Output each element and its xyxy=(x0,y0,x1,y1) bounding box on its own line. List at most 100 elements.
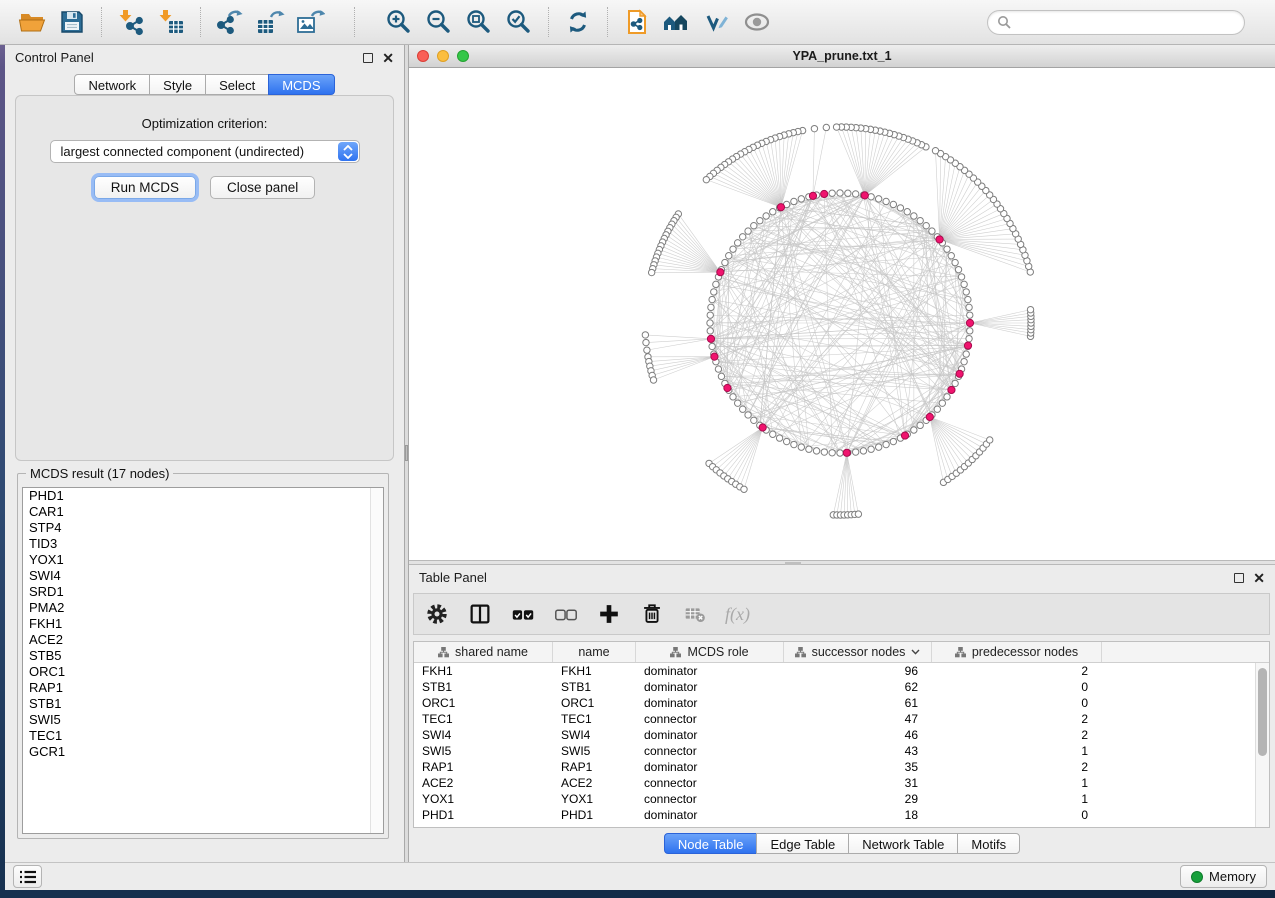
ring-node[interactable] xyxy=(776,435,782,441)
mcds-hub-node[interactable] xyxy=(777,204,784,211)
ring-node[interactable] xyxy=(707,328,713,334)
tab-node-table[interactable]: Node Table xyxy=(664,833,758,854)
ring-node[interactable] xyxy=(821,449,827,455)
leaf-node[interactable] xyxy=(644,347,650,353)
ring-node[interactable] xyxy=(806,446,812,452)
mcds-hub-node[interactable] xyxy=(843,449,850,456)
leaf-node[interactable] xyxy=(987,437,993,443)
mcds-hub-node[interactable] xyxy=(964,342,971,349)
table-row[interactable]: PHD1PHD1dominator180 xyxy=(414,807,1269,823)
ring-node[interactable] xyxy=(751,222,757,228)
hide-selected-button[interactable] xyxy=(697,4,737,40)
ring-node[interactable] xyxy=(770,209,776,215)
ring-node[interactable] xyxy=(958,274,964,280)
ring-node[interactable] xyxy=(939,400,945,406)
ring-node[interactable] xyxy=(929,228,935,234)
float-panel-icon[interactable] xyxy=(1234,573,1244,583)
mcds-result-item[interactable]: ACE2 xyxy=(23,632,383,648)
ring-node[interactable] xyxy=(860,448,866,454)
ring-node[interactable] xyxy=(734,400,740,406)
ring-node[interactable] xyxy=(837,450,843,456)
ring-node[interactable] xyxy=(961,358,967,364)
network-frame-titlebar[interactable]: YPA_prune.txt_1 xyxy=(409,45,1275,68)
task-history-button[interactable] xyxy=(13,865,42,888)
tab-network[interactable]: Network xyxy=(74,74,150,95)
ring-node[interactable] xyxy=(875,196,881,202)
ring-node[interactable] xyxy=(911,213,917,219)
table-row[interactable]: ORC1ORC1dominator610 xyxy=(414,695,1269,711)
close-panel-icon[interactable]: ✕ xyxy=(1253,573,1265,583)
ring-node[interactable] xyxy=(917,217,923,223)
ring-node[interactable] xyxy=(948,253,954,259)
column-header-predecessor-nodes[interactable]: predecessor nodes xyxy=(932,642,1102,662)
ring-node[interactable] xyxy=(707,312,713,318)
ring-node[interactable] xyxy=(829,450,835,456)
leaf-node[interactable] xyxy=(642,332,648,338)
list-scrollbar-track[interactable] xyxy=(370,488,383,833)
ring-node[interactable] xyxy=(770,431,776,437)
mcds-hub-node[interactable] xyxy=(809,192,816,199)
ring-node[interactable] xyxy=(875,444,881,450)
ring-node[interactable] xyxy=(726,253,732,259)
ring-node[interactable] xyxy=(722,259,728,265)
table-settings-button[interactable] xyxy=(424,601,450,627)
ring-node[interactable] xyxy=(890,438,896,444)
add-column-button[interactable] xyxy=(596,601,622,627)
memory-button[interactable]: Memory xyxy=(1180,865,1267,888)
open-file-button[interactable] xyxy=(12,4,52,40)
splitter-grip[interactable] xyxy=(405,445,408,461)
mcds-hub-node[interactable] xyxy=(821,190,828,197)
mcds-result-item[interactable]: SRD1 xyxy=(23,584,383,600)
table-row[interactable]: STB1STB1dominator620 xyxy=(414,679,1269,695)
mcds-result-item[interactable]: STB5 xyxy=(23,648,383,664)
close-panel-button[interactable]: Close panel xyxy=(210,176,315,199)
neighbors-button[interactable] xyxy=(657,4,697,40)
network-graph[interactable] xyxy=(409,68,1275,560)
mcds-result-item[interactable]: TEC1 xyxy=(23,728,383,744)
mcds-hub-node[interactable] xyxy=(966,319,973,326)
table-row[interactable]: YOX1YOX1connector291 xyxy=(414,791,1269,807)
ring-node[interactable] xyxy=(868,194,874,200)
ring-node[interactable] xyxy=(791,441,797,447)
mcds-hub-node[interactable] xyxy=(717,269,724,276)
table-scrollbar-thumb[interactable] xyxy=(1258,668,1267,756)
table-row[interactable]: FKH1FKH1dominator962 xyxy=(414,663,1269,679)
tab-select[interactable]: Select xyxy=(205,74,269,95)
leaf-node[interactable] xyxy=(643,339,649,345)
mcds-hub-node[interactable] xyxy=(724,384,731,391)
delete-table-button[interactable] xyxy=(682,601,708,627)
leaf-node[interactable] xyxy=(703,176,709,182)
mcds-hub-node[interactable] xyxy=(759,424,766,431)
leaf-node[interactable] xyxy=(833,124,839,130)
mcds-hub-node[interactable] xyxy=(956,370,963,377)
table-scrollbar-track[interactable] xyxy=(1255,663,1269,827)
ring-node[interactable] xyxy=(961,281,967,287)
import-network-button[interactable] xyxy=(111,4,151,40)
mcds-result-item[interactable]: CAR1 xyxy=(23,504,383,520)
ring-node[interactable] xyxy=(944,246,950,252)
run-mcds-button[interactable]: Run MCDS xyxy=(94,176,196,199)
float-panel-icon[interactable] xyxy=(363,53,373,63)
ring-node[interactable] xyxy=(967,312,973,318)
leaf-node[interactable] xyxy=(855,511,861,517)
mcds-result-item[interactable]: STB1 xyxy=(23,696,383,712)
share-document-button[interactable] xyxy=(617,4,657,40)
mcds-result-item[interactable]: RAP1 xyxy=(23,680,383,696)
ring-node[interactable] xyxy=(965,296,971,302)
mcds-result-item[interactable]: PMA2 xyxy=(23,600,383,616)
table-row[interactable]: ACE2ACE2connector311 xyxy=(414,775,1269,791)
ring-node[interactable] xyxy=(813,448,819,454)
save-button[interactable] xyxy=(52,4,92,40)
leaf-node[interactable] xyxy=(1027,306,1033,312)
leaf-node[interactable] xyxy=(932,147,938,153)
ring-node[interactable] xyxy=(966,304,972,310)
ring-node[interactable] xyxy=(783,438,789,444)
ring-node[interactable] xyxy=(963,289,969,295)
tab-style[interactable]: Style xyxy=(149,74,206,95)
import-table-button[interactable] xyxy=(151,4,191,40)
leaf-node[interactable] xyxy=(648,269,654,275)
ring-node[interactable] xyxy=(709,296,715,302)
leaf-node[interactable] xyxy=(811,125,817,131)
network-view[interactable] xyxy=(409,68,1275,560)
column-header-successor-nodes[interactable]: successor nodes xyxy=(784,642,932,662)
